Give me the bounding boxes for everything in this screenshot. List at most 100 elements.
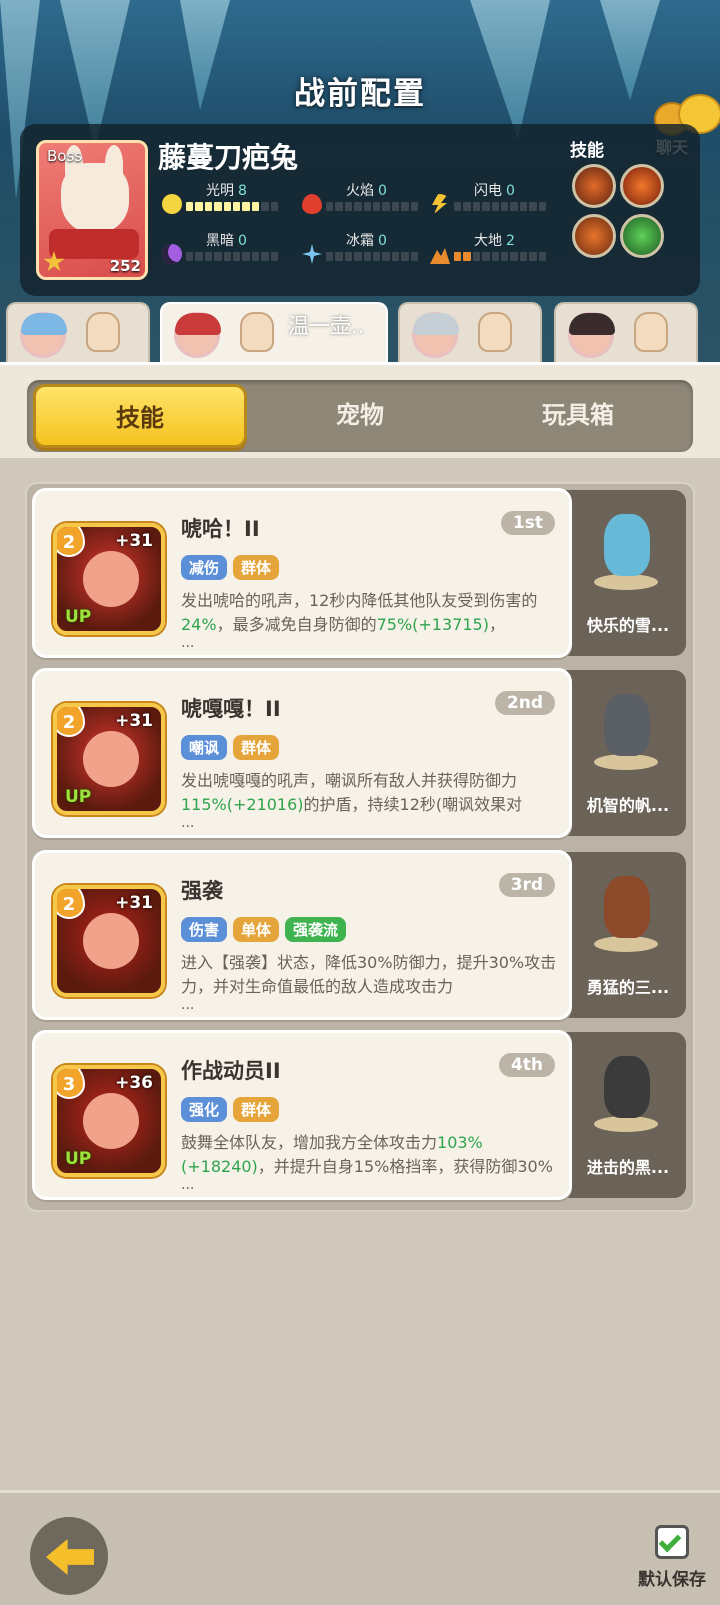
- stat-value: 8: [238, 183, 247, 199]
- hero-tab-3[interactable]: [398, 302, 542, 364]
- skill-tag: 减伤: [181, 555, 228, 580]
- stat-name: 火焰: [346, 183, 374, 199]
- skill-tag: 嘲讽: [181, 735, 228, 760]
- skill-up-badge: UP: [65, 787, 92, 807]
- stat-bar: [454, 252, 547, 261]
- pet-figure: [586, 504, 666, 592]
- skill-tag: 强化: [181, 1097, 228, 1122]
- skill-bonus: +31: [115, 893, 153, 913]
- stat-value: 2: [506, 233, 515, 249]
- pet-name: 勇猛的三...: [586, 978, 670, 997]
- hand-icon: [634, 312, 668, 352]
- stat-fire: 火焰 0: [302, 180, 422, 220]
- skill-tags: 减伤 群体: [181, 555, 280, 580]
- skill-name: 唬哈！II: [181, 517, 260, 541]
- skill-description: 鼓舞全体队友，增加我方全体攻击力103%(+18240)，并提升自身15%格挡率…: [181, 1133, 553, 1176]
- pet-slot[interactable]: 机智的帆...: [566, 670, 686, 836]
- pet-name: 进击的黑...: [586, 1158, 670, 1177]
- skill-card[interactable]: 2 +31 UP 唬嘎嘎！II 2nd 嘲讽 群体 发出唬嘎嘎的吼声，嘲讽所有敌人并获得防御力…: [32, 668, 572, 838]
- skill-bonus: +31: [115, 531, 153, 551]
- checkbox-checked-icon[interactable]: [655, 1525, 689, 1559]
- pet-name: 机智的帆...: [586, 796, 670, 815]
- pet-slot[interactable]: 勇猛的三...: [566, 852, 686, 1018]
- tab-skills[interactable]: 技能: [33, 384, 247, 448]
- pet-figure: [586, 1046, 666, 1134]
- boss-skill-2-icon[interactable]: [620, 164, 664, 208]
- skill-tag: 群体: [233, 555, 280, 580]
- stat-bar: [326, 252, 419, 261]
- hero-tabs: 温一壶..: [0, 302, 720, 366]
- boss-panel: Boss 252 藤蔓刀疤兔 光明8 火焰0 闪电0 黑暗0 冰霜0: [20, 124, 700, 296]
- snowflake-icon: [302, 244, 322, 264]
- default-save-button[interactable]: 默认保存: [624, 1525, 720, 1590]
- stat-value: 0: [378, 183, 387, 199]
- stat-earth: 大地 2: [430, 230, 550, 270]
- stat-bar: [454, 202, 547, 211]
- skill-level-badge: 3: [57, 1069, 85, 1099]
- sun-icon: [162, 194, 182, 214]
- skill-tag: 群体: [233, 735, 280, 760]
- stat-value: 0: [378, 233, 387, 249]
- boss-skill-1-icon[interactable]: [572, 164, 616, 208]
- boss-skill-4-icon[interactable]: [620, 214, 664, 258]
- skill-rank: 4th: [498, 1053, 555, 1077]
- skill-tags: 嘲讽 群体: [181, 735, 280, 760]
- skill-card[interactable]: 2 +31 UP 唬哈！II 1st 减伤 群体发出唬哈的吼声，12秒内降低其他队友受到伤害…: [32, 488, 572, 658]
- hand-icon: [240, 312, 274, 352]
- stat-bar: [326, 202, 419, 211]
- boss-tag: Boss: [47, 147, 83, 165]
- pet-slot[interactable]: 快乐的雪...: [566, 490, 686, 656]
- skill-icon: 2 +31 UP: [53, 703, 165, 815]
- hand-icon: [86, 312, 120, 352]
- skill-rank: 2nd: [494, 691, 555, 715]
- hero-tab-2[interactable]: 温一壶..: [160, 302, 388, 366]
- stat-bar: [186, 202, 279, 211]
- hero-avatar: [568, 312, 615, 358]
- stat-value: 0: [506, 183, 515, 199]
- pet-name: 快乐的雪...: [586, 616, 670, 635]
- pet-figure: [586, 684, 666, 772]
- skill-rank: 1st: [500, 511, 555, 535]
- skill-icon: 2 +31 UP: [53, 523, 165, 635]
- hero-avatar: [174, 312, 221, 358]
- hero-tab-4[interactable]: [554, 302, 698, 364]
- boss-skills-label: 技能: [570, 141, 604, 161]
- tab-toybox[interactable]: 玩具箱: [471, 384, 685, 448]
- back-button[interactable]: [30, 1517, 108, 1595]
- stat-name: 黑暗: [206, 233, 234, 249]
- hero-avatar: [20, 312, 67, 358]
- footer-bar: 默认保存: [0, 1490, 720, 1605]
- pet-figure: [586, 866, 666, 954]
- stat-lightning: 闪电 0: [430, 180, 550, 220]
- skill-card[interactable]: 3 +36 UP 作战动员II 4th 强化 群体 鼓舞全体队友，增加我方全体攻击力103%(…: [32, 1030, 572, 1200]
- skill-ellipsis: ...: [181, 1177, 195, 1193]
- pet-slot[interactable]: 进击的黑...: [566, 1032, 686, 1198]
- skill-tag: 单体: [233, 917, 280, 942]
- skill-level-badge: 2: [57, 707, 85, 737]
- skill-bonus: +31: [115, 711, 153, 731]
- skill-description: 发出唬嘎嘎的吼声，嘲讽所有敌人并获得防御力115%(+21016)的护盾，持续1…: [181, 771, 523, 814]
- stat-dark: 黑暗 0: [162, 230, 282, 270]
- skill-tags: 强化 群体: [181, 1097, 280, 1122]
- skill-level-badge: 2: [57, 527, 85, 557]
- hero-name: 温一壶..: [288, 314, 365, 338]
- skill-description: 发出唬哈的吼声，12秒内降低其他队友受到伤害的24%，最多减免自身防御的75%(…: [181, 591, 538, 634]
- boss-skill-3-icon[interactable]: [572, 214, 616, 258]
- mountain-icon: [430, 248, 450, 264]
- skill-tag: 群体: [233, 1097, 280, 1122]
- save-label: 默认保存: [638, 1570, 706, 1590]
- lightning-icon: [432, 194, 448, 214]
- skill-bonus: +36: [115, 1073, 153, 1093]
- skill-name: 作战动员II: [181, 1059, 281, 1083]
- boss-portrait[interactable]: Boss 252: [36, 140, 148, 280]
- skill-up-badge: UP: [65, 607, 92, 627]
- tab-pets[interactable]: 宠物: [253, 384, 467, 448]
- boss-level: 252: [109, 257, 141, 275]
- rabbit-face: [61, 163, 129, 233]
- skill-ellipsis: ...: [181, 815, 195, 831]
- flame-icon: [302, 194, 322, 214]
- hand-icon: [478, 312, 512, 352]
- hero-tab-1[interactable]: [6, 302, 150, 364]
- page-title: 战前配置: [294, 76, 426, 112]
- skill-card[interactable]: 2 +31 强袭 3rd 伤害 单体 强袭流 进入【强袭】状态，降低30%防御力，提升30%攻…: [32, 850, 572, 1020]
